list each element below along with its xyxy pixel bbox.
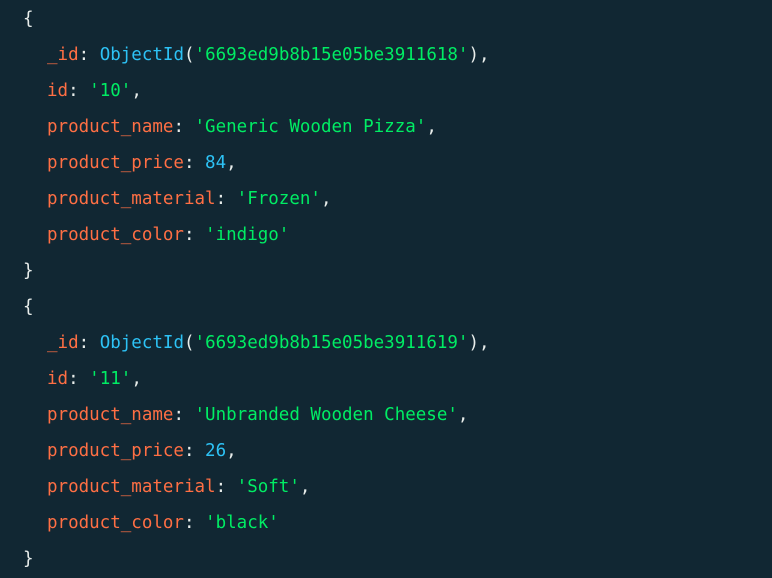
document-field-product-material: product_material: 'Soft', — [47, 477, 311, 497]
document-open-brace: { — [23, 297, 34, 317]
field-value: 'Frozen' — [236, 189, 321, 209]
field-value: 'Unbranded Wooden Cheese' — [194, 405, 458, 425]
field-key: id — [47, 369, 69, 389]
field-value: 26 — [205, 441, 227, 461]
document-field-product-name: product_name: 'Unbranded Wooden Cheese', — [47, 405, 469, 425]
field-key: _id — [47, 333, 79, 353]
field-key: _id — [47, 45, 79, 65]
field-value: 'indigo' — [205, 225, 290, 245]
field-value: '6693ed9b8b15e05be3911619' — [194, 333, 469, 353]
field-value: '6693ed9b8b15e05be3911618' — [194, 45, 469, 65]
field-value: 'Generic Wooden Pizza' — [194, 117, 427, 137]
document-field-product-material: product_material: 'Frozen', — [47, 189, 332, 209]
document-field-product-name: product_name: 'Generic Wooden Pizza', — [47, 117, 437, 137]
document-field-product-color: product_color: 'indigo' — [47, 225, 290, 245]
document-close-brace: } — [23, 261, 34, 281]
field-key: product_material — [47, 477, 216, 497]
field-key: product_name — [47, 117, 174, 137]
field-value: '11' — [89, 369, 132, 389]
document-field-product-color: product_color: 'black' — [47, 513, 279, 533]
field-key: id — [47, 81, 69, 101]
document-field-product-price: product_price: 26, — [47, 441, 237, 461]
document-field-object-id: _id: ObjectId('6693ed9b8b15e05be3911619'… — [47, 333, 490, 353]
document-field-product-price: product_price: 84, — [47, 153, 237, 173]
objectid-function: ObjectId — [99, 333, 184, 353]
query-results-output: { _id: ObjectId('6693ed9b8b15e05be391161… — [0, 0, 772, 578]
document-field-id: id: '11', — [47, 369, 142, 389]
field-value: 'black' — [205, 513, 279, 533]
field-key: product_color — [47, 225, 184, 245]
field-value: 84 — [205, 153, 227, 173]
field-key: product_name — [47, 405, 174, 425]
field-value: 'Soft' — [236, 477, 300, 497]
objectid-function: ObjectId — [99, 45, 184, 65]
field-value: '10' — [89, 81, 132, 101]
field-key: product_price — [47, 153, 184, 173]
document-open-brace: { — [23, 9, 34, 29]
field-key: product_color — [47, 513, 184, 533]
document-close-brace: } — [23, 549, 34, 569]
document-field-id: id: '10', — [47, 81, 142, 101]
field-key: product_price — [47, 441, 184, 461]
document-field-object-id: _id: ObjectId('6693ed9b8b15e05be3911618'… — [47, 45, 490, 65]
field-key: product_material — [47, 189, 216, 209]
